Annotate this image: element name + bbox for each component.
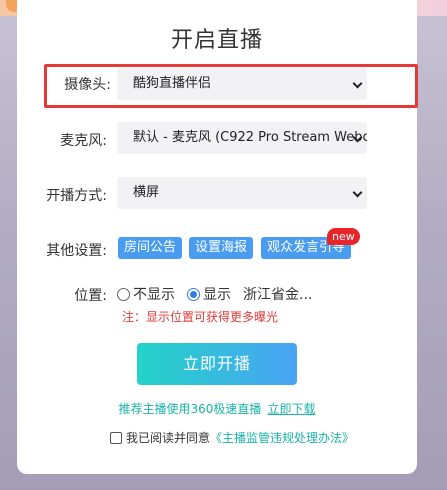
download-now-link[interactable]: 立即下载 — [267, 402, 315, 416]
recommend-text: 推荐主播使用360极速直播 — [118, 402, 262, 416]
new-badge: new — [327, 228, 360, 245]
location-label: 位置: — [74, 288, 107, 304]
microphone-select[interactable]: 默认 - 麦克风 (C922 Pro Stream Webcam) — [117, 122, 367, 154]
location-radio-group: 不显示 显示 浙江省金... — [117, 284, 312, 304]
other-settings-label: 其他设置: — [46, 243, 107, 259]
location-note: 注：显示位置可获得更多曝光 — [122, 310, 279, 324]
broadcast-mode-select-value: 横屏 — [133, 185, 160, 200]
broadcast-mode-label: 开播方式: — [46, 188, 107, 204]
location-show-radio[interactable] — [187, 287, 200, 301]
room-announcement-button[interactable]: 房间公告 — [118, 237, 183, 259]
set-poster-button[interactable]: 设置海报 — [189, 237, 254, 259]
agreement-row: 我已阅读并同意 《主播监管违规处理办法》 — [110, 429, 354, 446]
start-live-button[interactable]: 立即开播 — [137, 343, 297, 385]
agreement-checkbox[interactable] — [110, 431, 122, 444]
chevron-down-icon — [352, 187, 363, 198]
broadcast-mode-select[interactable]: 横屏 — [117, 177, 367, 209]
microphone-select-value: 默认 - 麦克风 (C922 Pro Stream Webcam) — [133, 130, 367, 145]
microphone-label: 麦克风: — [60, 133, 107, 149]
agreement-link[interactable]: 《主播监管违规处理办法》 — [210, 429, 354, 446]
highlight-annotation — [44, 64, 418, 108]
agreement-text: 我已阅读并同意 — [126, 431, 211, 445]
dialog-title: 开启直播 — [170, 28, 263, 53]
location-hide-radio[interactable] — [117, 287, 130, 301]
location-hide-label[interactable]: 不显示 — [133, 284, 175, 304]
location-value: 浙江省金... — [243, 287, 313, 303]
location-show-label[interactable]: 显示 — [203, 284, 231, 304]
recommend-line: 推荐主播使用360极速直播 立即下载 — [17, 400, 417, 417]
